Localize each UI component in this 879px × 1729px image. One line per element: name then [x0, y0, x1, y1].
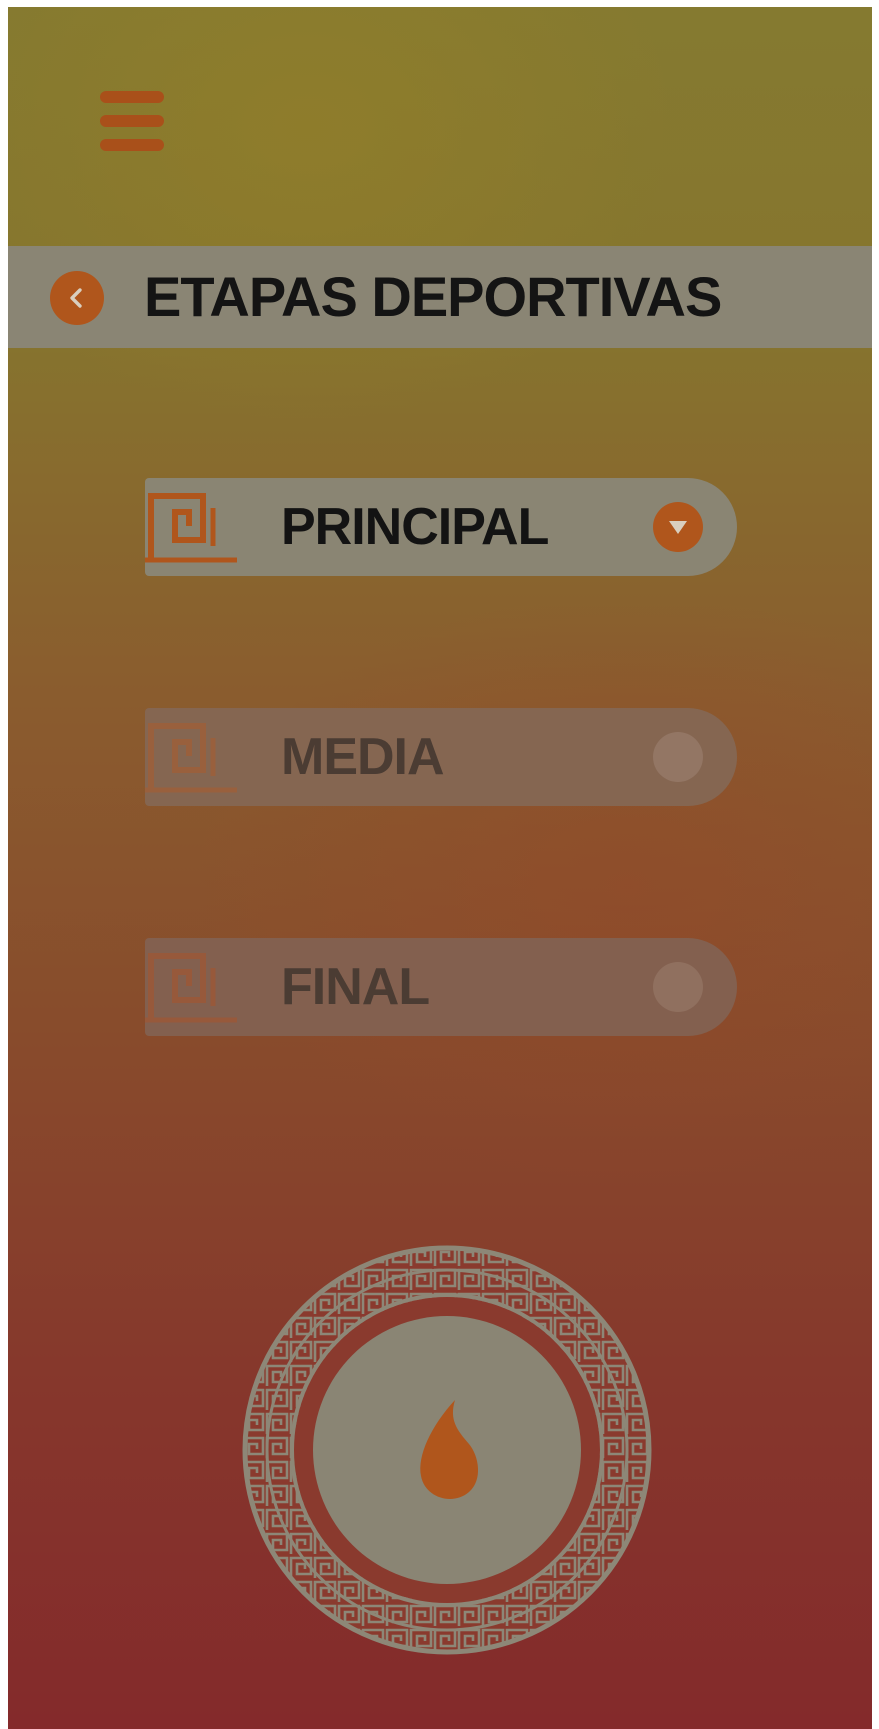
chevron-down-icon [669, 521, 687, 534]
page-title: ETAPAS DEPORTIVAS [144, 265, 722, 328]
stage-label: FINAL [281, 958, 430, 1016]
app-screen: ETAPAS DEPORTIVAS PRINCIPAL MEDIA FINAL [8, 7, 872, 1729]
stage-label: MEDIA [281, 728, 445, 786]
stage-principal-button[interactable]: PRINCIPAL [145, 478, 737, 576]
hamburger-menu-icon[interactable] [100, 91, 164, 151]
stage-toggle[interactable] [653, 502, 703, 552]
menu-line [100, 115, 164, 127]
stage-label: PRINCIPAL [281, 498, 549, 556]
greek-key-icon [145, 953, 237, 1023]
circle-icon[interactable] [653, 962, 703, 1012]
page-header: ETAPAS DEPORTIVAS [8, 246, 872, 348]
stage-final-button[interactable]: FINAL [145, 938, 737, 1036]
greek-key-icon [145, 723, 237, 793]
menu-line [100, 91, 164, 103]
back-button[interactable] [50, 271, 104, 325]
flame-emblem-button[interactable] [241, 1244, 653, 1656]
stage-media-button[interactable]: MEDIA [145, 708, 737, 806]
circle-icon[interactable] [653, 732, 703, 782]
menu-line [100, 139, 164, 151]
chevron-left-icon [70, 288, 82, 308]
greek-key-icon [145, 493, 237, 563]
